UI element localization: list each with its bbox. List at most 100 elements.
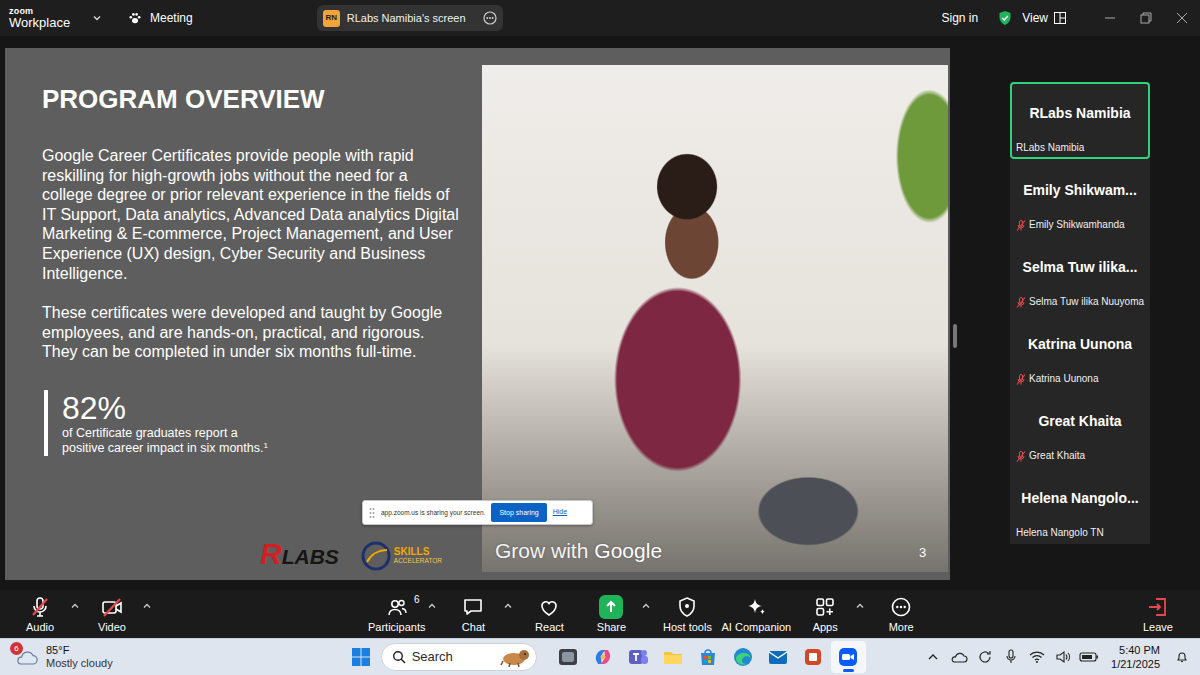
title-bar: zoomWorkplace Meeting RNRLabs Namibia's sc… xyxy=(0,0,1200,36)
meeting-menu[interactable]: Meeting xyxy=(128,11,193,25)
skills-word: SKILLS xyxy=(394,546,442,557)
view-grid-icon xyxy=(1054,12,1066,24)
skills-accelerator-logo: SKILLSACCELERATOR xyxy=(361,541,442,571)
apps-button[interactable]: Apps xyxy=(797,595,853,634)
file-explorer-taskbar-button[interactable] xyxy=(656,641,691,673)
caption-line: of Certificate graduates report a xyxy=(62,426,238,440)
ai-companion-button[interactable]: AI Companion xyxy=(721,595,791,634)
clock[interactable]: 5:40 PM1/21/2025 xyxy=(1111,643,1160,671)
onedrive-icon[interactable] xyxy=(949,647,969,667)
minimize-icon[interactable] xyxy=(1092,0,1128,36)
skills-emblem-icon xyxy=(361,541,391,571)
audio-off-icon xyxy=(28,595,52,619)
participant-tile[interactable]: Helena Nangolo...Helena Nangolo TN xyxy=(1010,467,1150,544)
brand-prefix: Grow with xyxy=(495,538,588,564)
shared-slide: PROGRAM OVERVIEWGoogle Career Certificat… xyxy=(5,48,950,580)
battery-icon[interactable] xyxy=(1079,647,1099,667)
menu-caret-icon[interactable] xyxy=(501,595,515,611)
slide-title: PROGRAM OVERVIEW xyxy=(42,84,464,114)
speaker-icon[interactable] xyxy=(1053,647,1073,667)
participant-tile[interactable]: Selma Tuw ilika...Selma Tuw ilika Nuuyom… xyxy=(1010,236,1150,313)
sign-in-link[interactable]: Sign in xyxy=(942,11,979,25)
muted-mic-icon xyxy=(1016,297,1026,308)
search-box[interactable] xyxy=(381,643,537,671)
weather-widget[interactable]: 685°FMostly cloudy xyxy=(0,644,113,670)
chat-button[interactable]: Chat xyxy=(445,595,501,634)
sync-icon[interactable] xyxy=(975,647,995,667)
copilot-taskbar-button[interactable] xyxy=(586,641,621,673)
muted-mic-icon xyxy=(1016,451,1026,462)
control-label: React xyxy=(535,621,564,634)
leave-button[interactable]: Leave xyxy=(1130,595,1186,634)
muted-mic-icon xyxy=(1016,374,1026,385)
share-button[interactable]: Share xyxy=(583,595,639,634)
menu-caret-icon[interactable] xyxy=(425,595,439,611)
participant-full-name: Selma Tuw ilika Nuuyoma xyxy=(1029,296,1144,308)
control-label: Chat xyxy=(462,621,485,634)
react-button[interactable]: React xyxy=(521,595,577,634)
windows-taskbar: 685°FMostly cloudy 5:40 PM1/21/2025 xyxy=(0,638,1200,675)
weather-condition: Mostly cloudy xyxy=(46,657,113,670)
clock-time: 5:40 PM xyxy=(1111,643,1160,657)
video-button[interactable]: Video xyxy=(84,595,140,634)
participant-full-name: Great Khaita xyxy=(1029,450,1085,462)
host-tools-button[interactable]: Host tools xyxy=(659,595,715,634)
drag-grip-icon[interactable] xyxy=(369,507,375,519)
notification-bell-icon[interactable] xyxy=(1172,647,1192,667)
audio-button[interactable]: Audio xyxy=(12,595,68,634)
more-options-icon[interactable] xyxy=(483,11,497,25)
teams-icon xyxy=(627,646,649,668)
active-indicator xyxy=(843,669,854,672)
more-icon xyxy=(889,595,913,619)
widgets-taskbar-button[interactable] xyxy=(551,641,586,673)
participant-name: Great Khaita xyxy=(1016,392,1144,450)
app-menu-chevron-icon[interactable] xyxy=(92,13,102,23)
store-taskbar-button[interactable] xyxy=(691,641,726,673)
view-menu[interactable]: View xyxy=(1022,11,1066,25)
menu-caret-icon[interactable] xyxy=(639,595,653,611)
microphone-icon[interactable] xyxy=(1001,647,1021,667)
stop-sharing-button[interactable]: Stop sharing xyxy=(491,503,546,522)
edge-taskbar-button[interactable] xyxy=(726,641,761,673)
participant-full-name: RLabs Namibia xyxy=(1016,142,1084,154)
participant-tile[interactable]: RLabs NamibiaRLabs Namibia xyxy=(1010,82,1150,159)
participant-tile[interactable]: Katrina UunonaKatrina Uunona xyxy=(1010,313,1150,390)
restore-icon[interactable] xyxy=(1128,0,1164,36)
participant-name: RLabs Namibia xyxy=(1016,84,1144,142)
hide-link[interactable]: Hide xyxy=(553,507,567,518)
participant-label: Great Khaita xyxy=(1016,450,1144,462)
splitter-handle-icon[interactable] xyxy=(952,324,958,348)
more-button[interactable]: More xyxy=(873,595,929,634)
control-label: Leave xyxy=(1143,621,1173,634)
participant-tile[interactable]: Great KhaitaGreat Khaita xyxy=(1010,390,1150,467)
windows-start-icon[interactable] xyxy=(345,641,377,673)
participants-button[interactable]: Participants6 xyxy=(368,595,425,634)
participant-tile[interactable]: Emily Shikwam...Emily Shikwamhanda xyxy=(1010,159,1150,236)
mail-taskbar-button[interactable] xyxy=(761,641,796,673)
tray-overflow-icon[interactable] xyxy=(923,647,943,667)
close-icon[interactable] xyxy=(1164,0,1200,36)
teams-taskbar-button[interactable] xyxy=(621,641,656,673)
zoom-taskbar-button[interactable] xyxy=(831,641,866,673)
meeting-controls: Audio Video Participants6 Chat React Share Hos… xyxy=(0,590,1200,638)
wifi-icon[interactable] xyxy=(1027,647,1047,667)
slide-photo xyxy=(482,65,948,572)
menu-caret-icon[interactable] xyxy=(853,595,867,611)
clock-date: 1/21/2025 xyxy=(1111,657,1160,671)
menu-caret-icon[interactable] xyxy=(68,595,82,611)
chat-icon xyxy=(461,595,485,619)
search-field[interactable] xyxy=(412,647,494,667)
share-icon xyxy=(599,595,623,619)
sharer-badge: RN xyxy=(323,10,340,27)
office-taskbar-button[interactable] xyxy=(796,641,831,673)
product-name: Workplace xyxy=(9,16,74,30)
security-shield-icon[interactable] xyxy=(998,10,1012,26)
participant-label: Emily Shikwamhanda xyxy=(1016,219,1144,231)
grow-with-google-logo: Grow withGoogle xyxy=(495,538,662,564)
share-tab[interactable]: RNRLabs Namibia's screen xyxy=(317,5,503,31)
menu-caret-icon[interactable] xyxy=(140,595,154,611)
zoom-logo: zoomWorkplace xyxy=(0,6,74,30)
control-label: Apps xyxy=(813,621,838,634)
footnote-mark: 1 xyxy=(263,441,267,450)
control-label: Participants xyxy=(368,621,425,634)
